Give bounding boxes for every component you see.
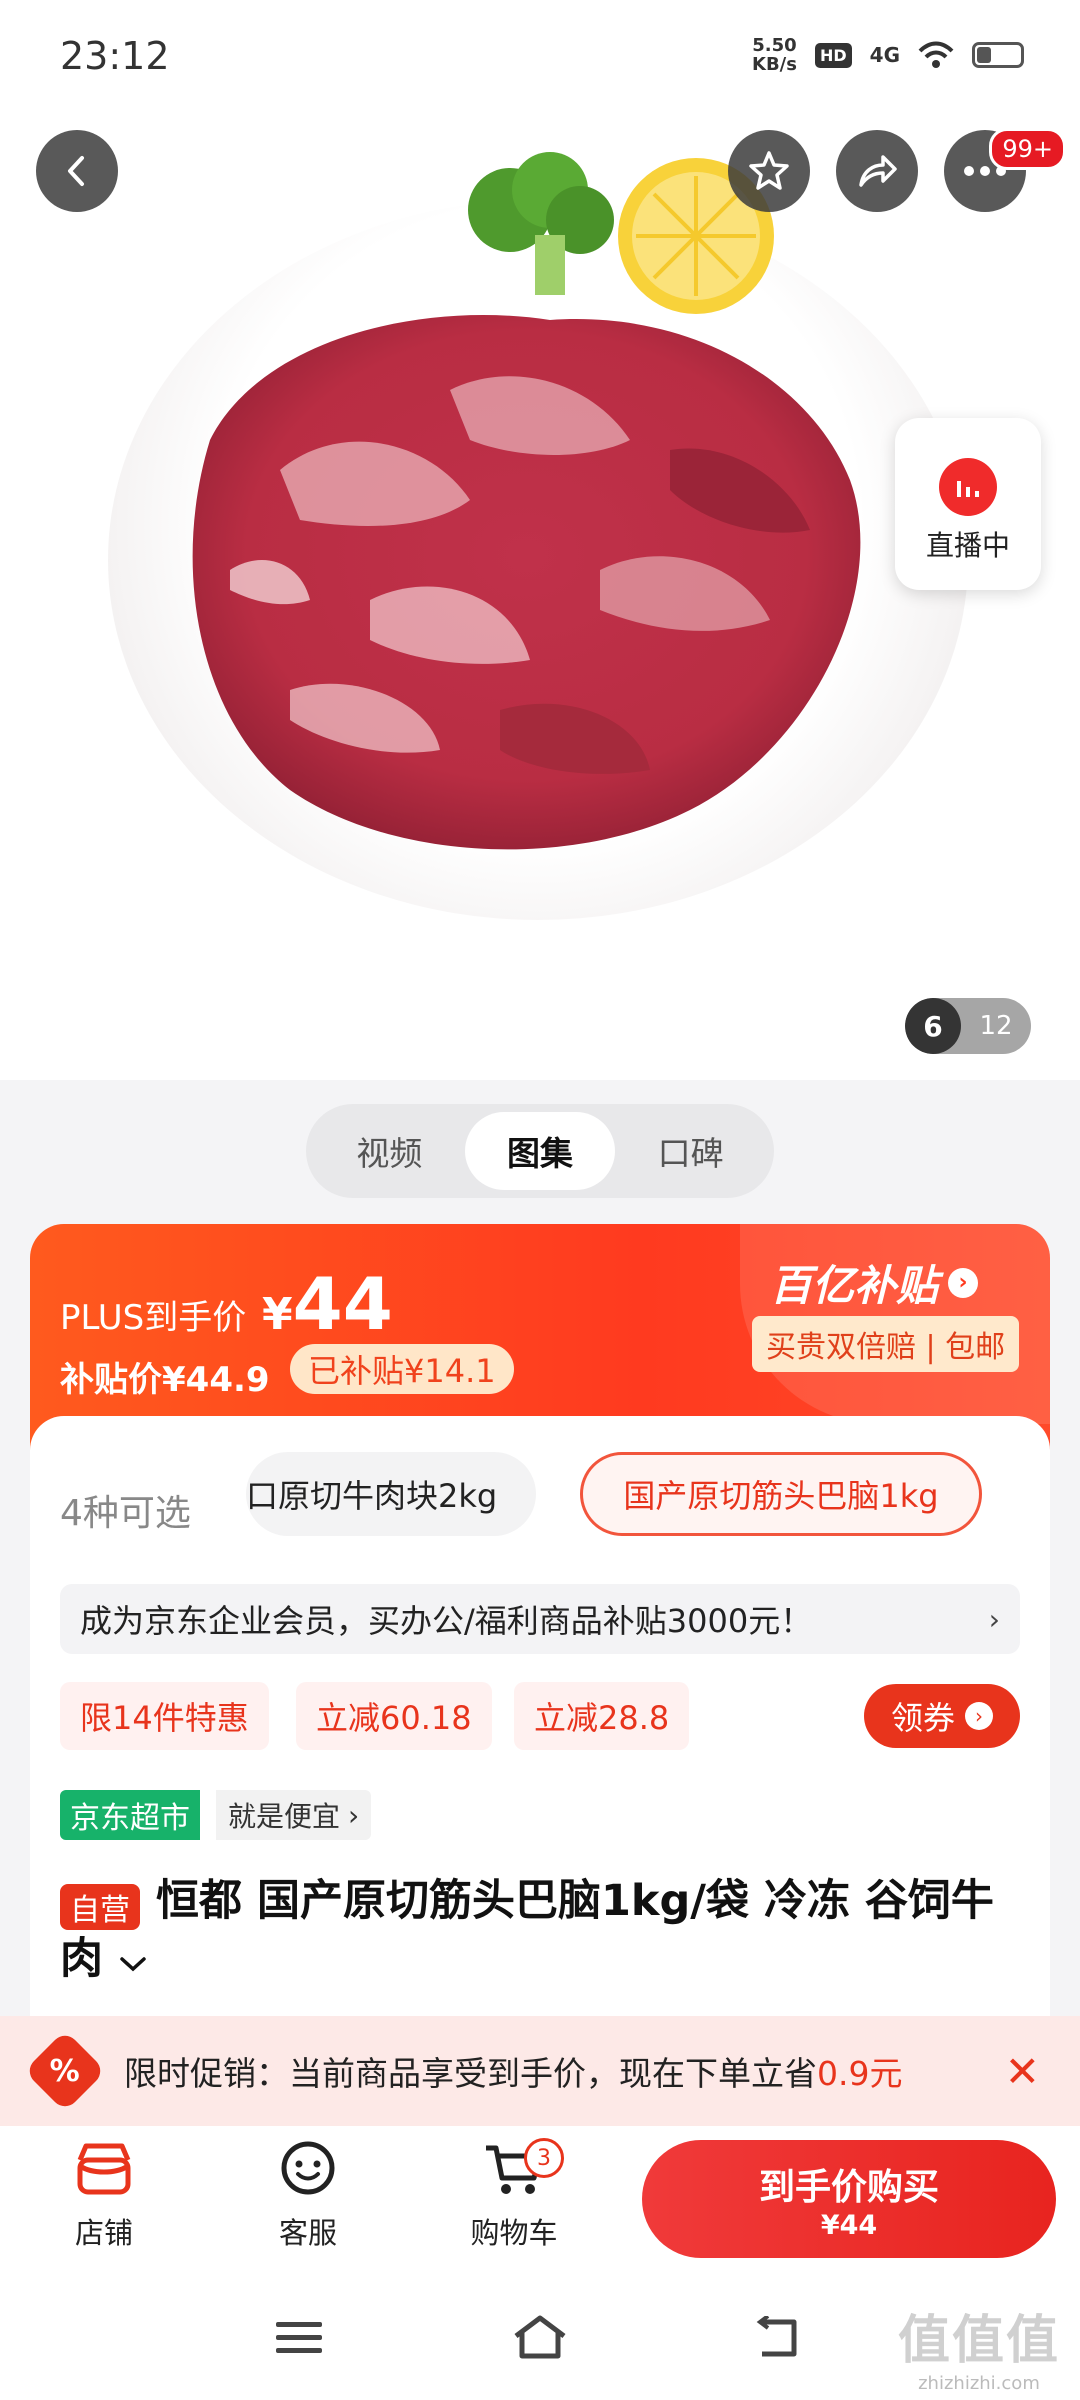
get-coupon-button[interactable]: 领券 › <box>864 1684 1020 1748</box>
promo-tag[interactable]: 立减60.18 <box>296 1682 492 1750</box>
enterprise-member-banner[interactable]: 成为京东企业会员，买办公/福利商品补贴3000元！ › <box>60 1584 1020 1654</box>
close-icon[interactable]: ✕ <box>1005 2047 1040 2096</box>
chevron-right-icon: › <box>988 1602 1000 1636</box>
promo-tag[interactable]: 立减28.8 <box>514 1682 690 1750</box>
store-icon <box>77 2143 131 2195</box>
plus-price: ¥44 <box>262 1262 393 1346</box>
live-stream-button[interactable]: 直播中 <box>895 418 1041 590</box>
system-navigation-bar: 值值值 zhizhizhi.com <box>0 2276 1080 2400</box>
buy-now-price: ¥44 <box>820 2210 878 2241</box>
product-image-gallery[interactable]: 23:12 5.50 KB/s HD 4G 99+ 直播中 6 12 <box>0 0 1080 1080</box>
status-time: 23:12 <box>60 34 170 78</box>
coupon-label: 领券 <box>890 1699 955 1737</box>
chevron-left-icon <box>68 156 84 186</box>
variant-count[interactable]: 4种可选 <box>60 1484 191 1536</box>
home-icon[interactable] <box>510 2312 570 2362</box>
share-button[interactable] <box>836 130 918 212</box>
network-speed-unit: KB/s <box>752 54 797 75</box>
discount-icon: % <box>23 2029 107 2113</box>
back-nav-icon[interactable] <box>754 2316 804 2360</box>
plus-price-label: PLUS到手价 <box>60 1298 247 1338</box>
subsidy-tag: 已补贴¥14.1 <box>290 1344 514 1394</box>
signal-4g-icon: 4G <box>869 43 900 67</box>
chevron-right-icon: › <box>965 1702 993 1730</box>
tab-gallery[interactable]: 图集 <box>464 1112 616 1190</box>
share-icon <box>859 155 897 187</box>
back-button[interactable] <box>36 130 118 212</box>
battery-icon <box>972 42 1024 68</box>
variant-option[interactable]: 口原切牛肉块2kg <box>246 1452 536 1536</box>
flash-promo-message: 限时促销：当前商品享受到手价，现在下单立省 <box>124 2054 817 2093</box>
tab-reviews[interactable]: 口碑 <box>615 1112 766 1190</box>
flash-promo-bar[interactable]: % 限时促销：当前商品享受到手价，现在下单立省0.9元 ✕ <box>0 2016 1080 2126</box>
favorite-button[interactable] <box>728 130 810 212</box>
star-icon <box>749 151 789 190</box>
store-label: 店铺 <box>74 2216 133 2250</box>
live-icon <box>939 458 997 516</box>
watermark: 值值值 zhizhizhi.com <box>898 2298 1060 2394</box>
chevron-right-icon: › <box>948 1267 979 1298</box>
variant-option-label: 国产原切筋头巴脑1kg <box>623 1477 939 1515</box>
currency-symbol: ¥ <box>262 1289 293 1340</box>
network-speed-value: 5.50 <box>752 35 797 56</box>
buy-now-label: 到手价购买 <box>758 2167 939 2208</box>
product-title[interactable]: 恒都 国产原切筋头巴脑1kg/袋 冷冻 谷饲牛肉 <box>60 1872 1010 1988</box>
billion-subsidy-link[interactable]: 百亿补贴 › <box>770 1252 979 1313</box>
customer-service-button[interactable]: 客服 <box>238 2140 378 2252</box>
image-pager: 6 12 <box>905 998 1031 1054</box>
wifi-icon <box>918 41 954 68</box>
promo-tag[interactable]: 限14件特惠 <box>60 1682 269 1750</box>
network-speed: 5.50 KB/s <box>752 36 797 74</box>
buy-now-button[interactable]: 到手价购买 ¥44 <box>642 2140 1056 2258</box>
menu-icon[interactable] <box>274 2318 324 2358</box>
watermark-site: zhizhizhi.com <box>918 2373 1040 2394</box>
status-icons: 5.50 KB/s HD 4G <box>752 36 1024 74</box>
cart-label: 购物车 <box>470 2216 558 2250</box>
hd-icon: HD <box>814 42 852 68</box>
pager-current: 6 <box>905 998 961 1054</box>
store-slogan-text: 就是便宜 <box>228 1800 341 1833</box>
chevron-down-icon <box>120 1957 146 1972</box>
product-photo-beef <box>192 315 861 850</box>
plus-price-value: 44 <box>292 1262 393 1346</box>
watermark-brand: 值值值 <box>897 2311 1060 2371</box>
media-tabs: 视频 图集 口碑 <box>306 1104 774 1198</box>
guarantee-tag: 买贵双倍赔 | 包邮 <box>752 1316 1020 1372</box>
jd-supermarket-tag[interactable]: 京东超市 <box>60 1790 200 1840</box>
enterprise-banner-text: 成为京东企业会员，买办公/福利商品补贴3000元！ <box>80 1602 813 1640</box>
chat-smile-icon <box>281 2141 335 2195</box>
cart-count-badge: 3 <box>524 2138 564 2178</box>
chevron-right-icon: › <box>348 1798 360 1832</box>
billion-subsidy-logo: 百亿补贴 <box>770 1261 939 1310</box>
subsidy-price: 补贴价¥44.9 <box>60 1360 270 1400</box>
store-button[interactable]: 店铺 <box>34 2140 174 2252</box>
flash-promo-amount: 0.9元 <box>817 2054 903 2093</box>
message-badge: 99+ <box>989 128 1066 170</box>
status-bar: 23:12 5.50 KB/s HD 4G <box>0 0 1080 120</box>
customer-service-label: 客服 <box>278 2216 337 2250</box>
variant-option-selected[interactable]: 国产原切筋头巴脑1kg <box>580 1452 982 1536</box>
variant-option-label: 口原切牛肉块2kg <box>246 1477 498 1515</box>
tab-video[interactable]: 视频 <box>314 1112 465 1190</box>
store-slogan[interactable]: 就是便宜 › <box>216 1790 372 1840</box>
pager-total: 12 <box>979 1011 1013 1041</box>
product-title-text: 恒都 国产原切筋头巴脑1kg/袋 冷冻 谷饲牛肉 <box>60 1876 994 1984</box>
flash-promo-text: 限时促销：当前商品享受到手价，现在下单立省0.9元 <box>124 2047 902 2095</box>
live-label: 直播中 <box>925 529 1010 562</box>
